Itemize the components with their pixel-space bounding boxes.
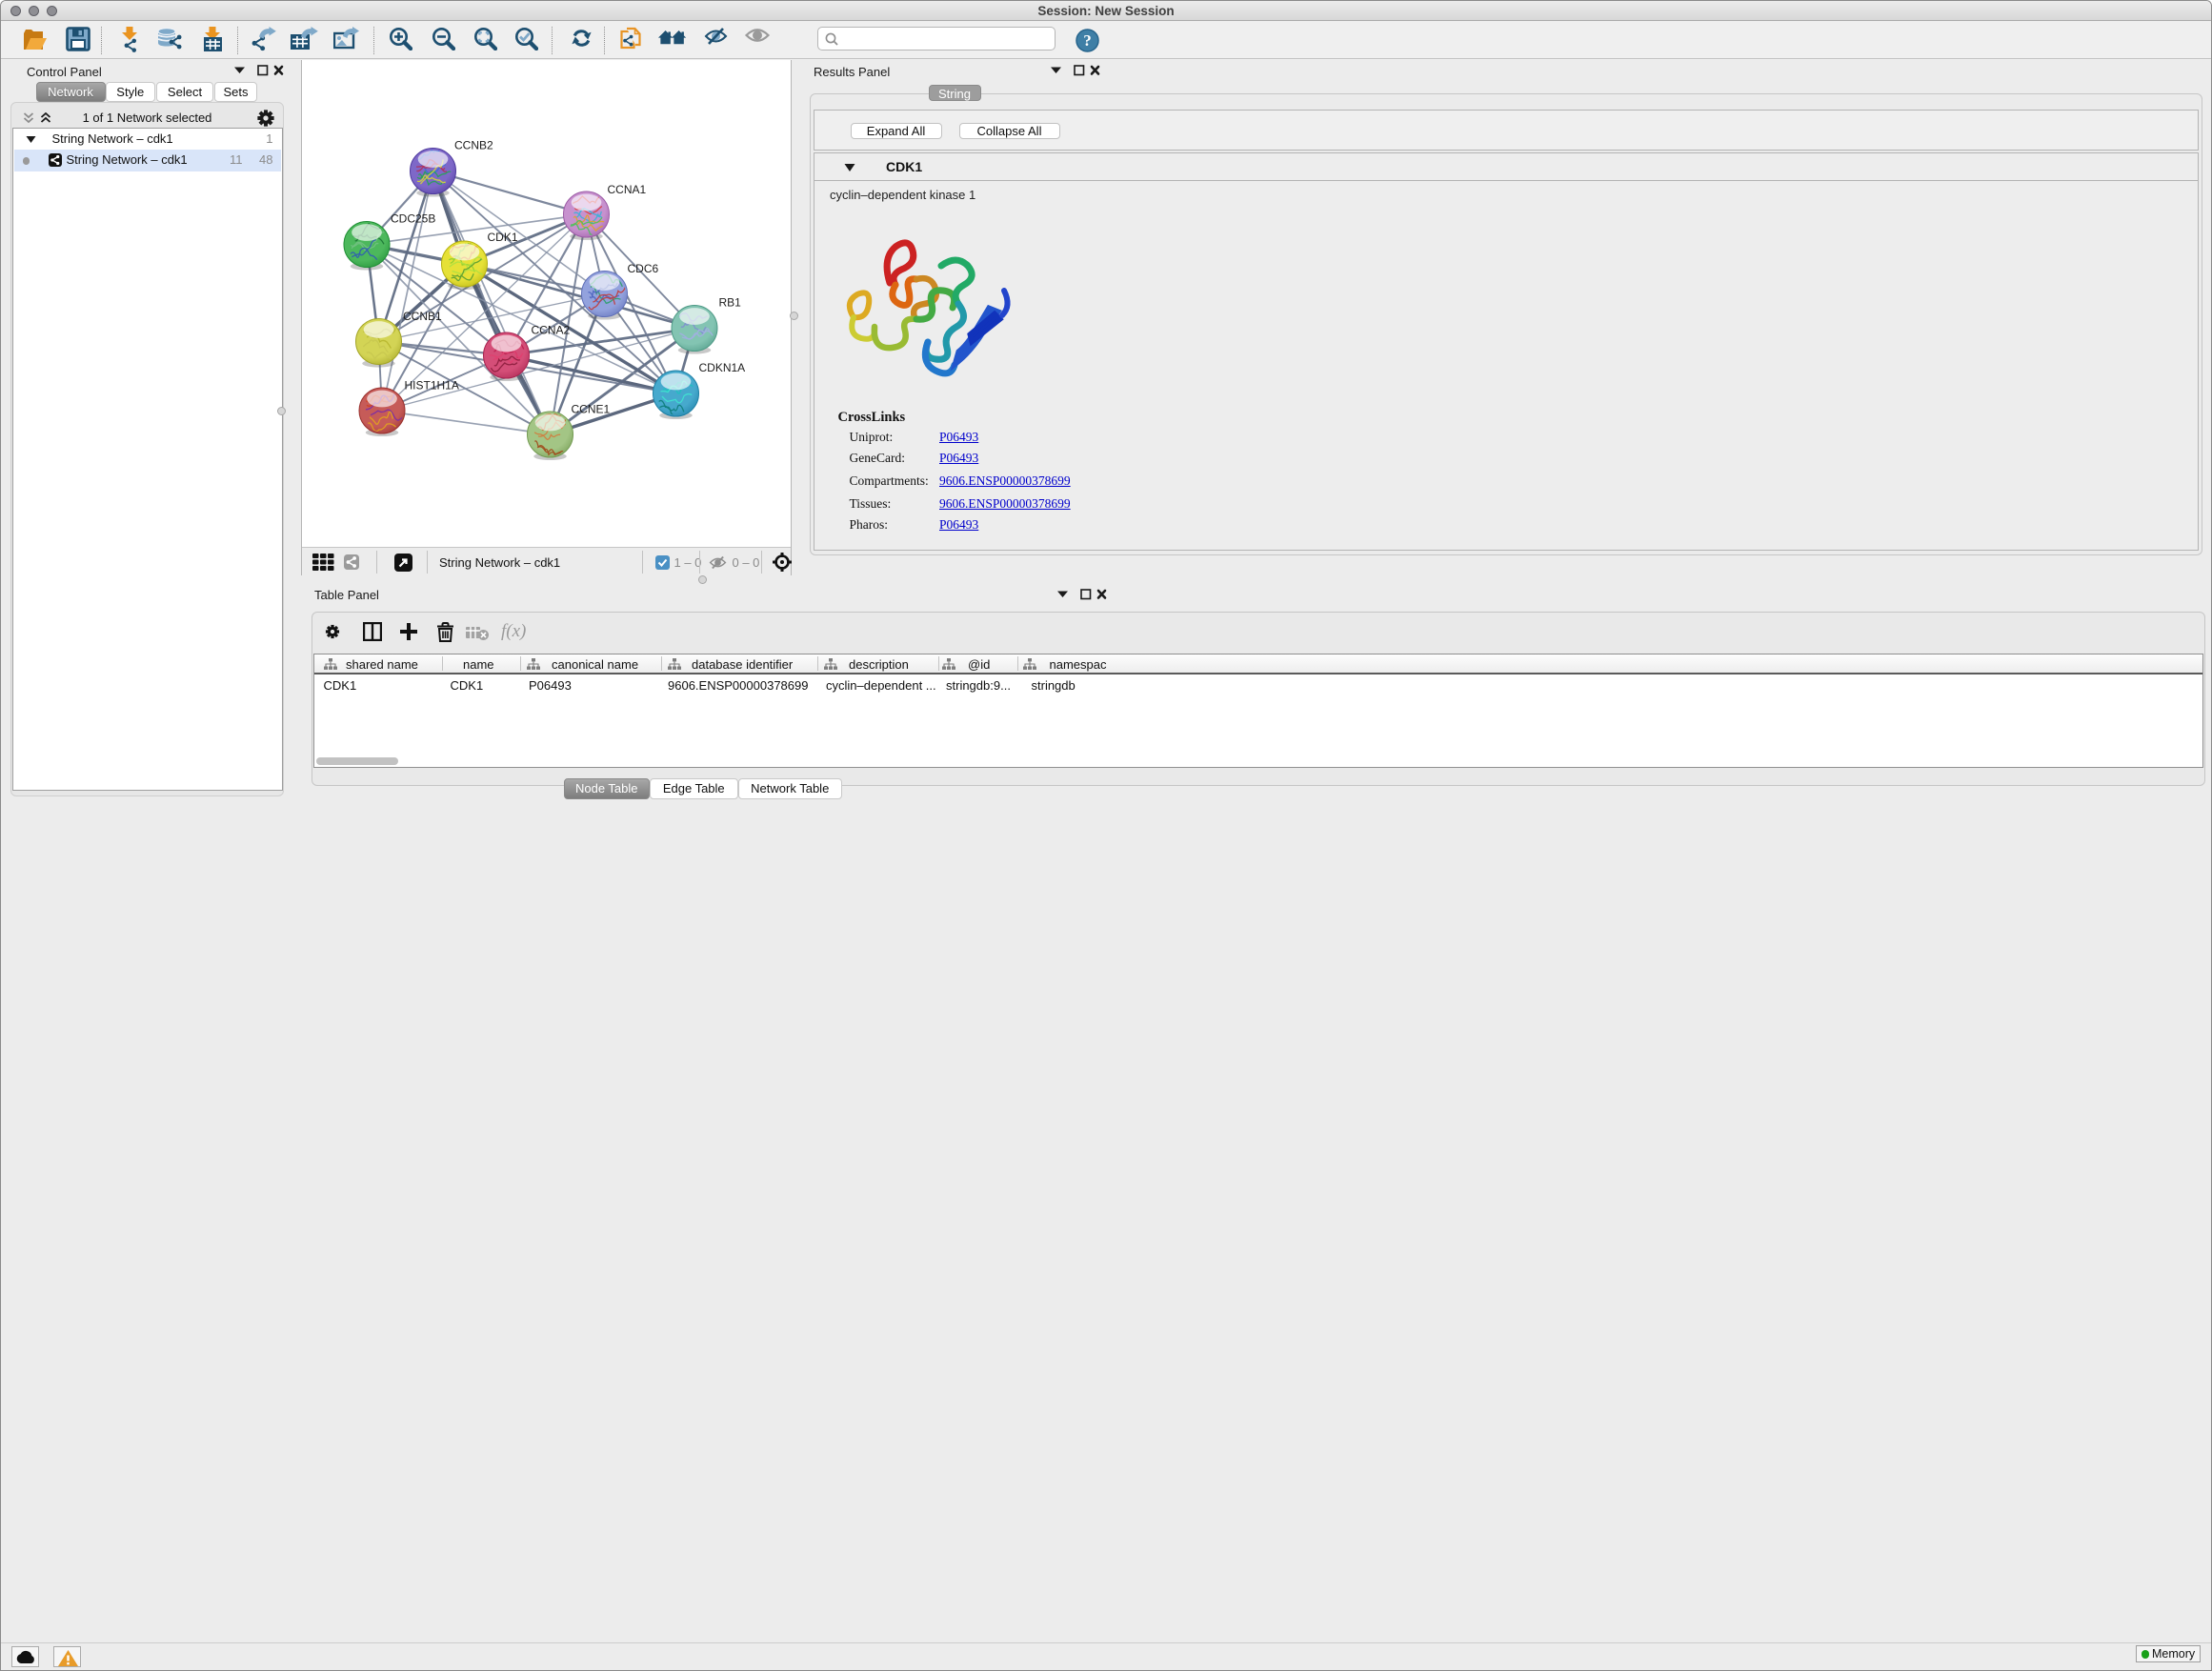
svg-text:CCNB2: CCNB2 <box>454 139 493 152</box>
svg-text:CCNE1: CCNE1 <box>571 403 610 416</box>
svg-text:CCNA1: CCNA1 <box>607 183 646 196</box>
svg-text:CDC25B: CDC25B <box>391 212 435 226</box>
svg-text:CCNA2: CCNA2 <box>531 324 570 337</box>
svg-text:f(x): f(x) <box>501 621 526 641</box>
svg-text:CDC6: CDC6 <box>627 262 658 275</box>
svg-text:CDK1: CDK1 <box>487 231 517 244</box>
svg-text:HIST1H1A: HIST1H1A <box>404 379 458 393</box>
svg-text:CCNB1: CCNB1 <box>403 310 442 323</box>
svg-text:?: ? <box>1083 31 1092 50</box>
svg-text:CDKN1A: CDKN1A <box>698 361 745 374</box>
svg-text:RB1: RB1 <box>718 296 741 310</box>
